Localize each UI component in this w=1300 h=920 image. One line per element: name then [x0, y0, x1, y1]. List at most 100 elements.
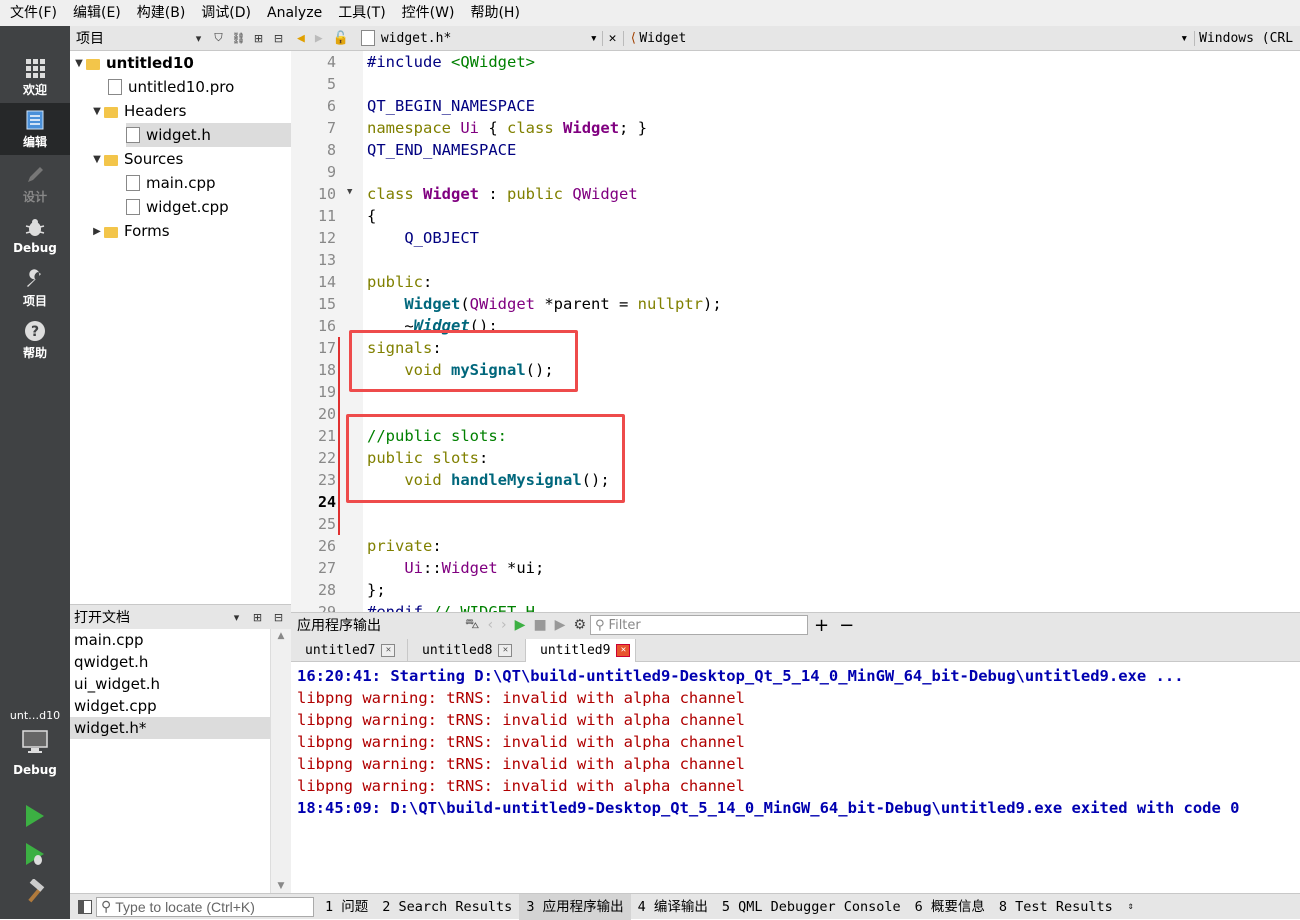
menu-file[interactable]: 文件(F) — [2, 0, 65, 26]
open-doc-item[interactable]: main.cpp — [70, 629, 270, 651]
search-icon: ⚲ — [101, 898, 112, 914]
tree-item-widget-h[interactable]: widget.h — [126, 123, 291, 147]
fold-arrow-icon[interactable]: ▼ — [347, 187, 352, 197]
close-icon[interactable]: ✕ — [601, 30, 624, 46]
add-icon[interactable]: + — [808, 615, 835, 636]
close-icon[interactable]: ✕ — [498, 644, 513, 657]
chevron-down-icon[interactable]: ▼ — [90, 106, 104, 117]
close-panel-icon[interactable]: ⊟ — [270, 30, 287, 47]
tab-label: untitled8 — [422, 643, 493, 658]
tree-item-forms[interactable]: ▶ Forms — [90, 219, 291, 243]
menu-analyze[interactable]: Analyze — [259, 0, 330, 26]
tab-untitled9[interactable]: untitled9 ✕ — [526, 639, 636, 662]
menu-debug[interactable]: 调试(D) — [193, 0, 259, 26]
menu-tools[interactable]: 工具(T) — [330, 0, 393, 26]
open-file-name[interactable]: widget.h* — [381, 31, 586, 46]
line-number: 18 — [317, 361, 336, 379]
headers-folder-icon — [104, 107, 118, 118]
tree-item-widget-cpp[interactable]: widget.cpp — [126, 195, 291, 219]
close-panel-icon[interactable]: ⊟ — [270, 609, 287, 626]
tree-item-main-cpp[interactable]: main.cpp — [126, 171, 291, 195]
code-line: #endif // WIDGET_H — [367, 603, 535, 612]
mode-edit[interactable]: 编辑 — [0, 103, 70, 155]
scroll-down-icon[interactable]: ▼ — [271, 881, 291, 891]
modified-lines-marker — [338, 337, 340, 535]
status-issues[interactable]: 1 问题 — [318, 894, 375, 920]
application-output[interactable]: 16:20:41: Starting D:\QT\build-untitled9… — [291, 662, 1300, 893]
chevron-down-icon[interactable]: ▼ — [72, 58, 86, 69]
dropdown-icon[interactable]: ▾ — [190, 30, 207, 47]
mode-debug[interactable]: Debug — [0, 210, 70, 262]
lock-icon: 🔓 — [332, 30, 349, 46]
close-icon[interactable]: ✕ — [381, 644, 396, 657]
open-docs-scrollbar[interactable]: ▲ ▼ — [270, 629, 291, 893]
run-button[interactable] — [22, 803, 48, 833]
sidebar-toggle-icon[interactable] — [78, 899, 92, 914]
open-doc-item[interactable]: widget.h* — [70, 717, 270, 739]
code-line: }; — [367, 581, 386, 599]
output-pane-title: 应用程序输出 — [297, 618, 381, 634]
chevron-right-icon[interactable]: ▶ — [90, 226, 104, 237]
open-doc-item[interactable]: qwidget.h — [70, 651, 270, 673]
debug-run-button[interactable] — [22, 841, 48, 871]
menu-build[interactable]: 构建(B) — [129, 0, 194, 26]
code-editor[interactable]: ▼ 4 #include <QWidget> 5 6 QT_BEGIN_NAMESPAC… — [291, 51, 1300, 612]
build-button[interactable] — [22, 878, 48, 909]
search-icon: ⚲ — [595, 617, 605, 633]
tree-label: Headers — [124, 102, 187, 120]
tab-untitled8[interactable]: untitled8 ✕ — [408, 639, 526, 662]
line-number: 8 — [326, 141, 336, 159]
symbol-selector[interactable]: Widget — [639, 31, 1174, 46]
status-compile-output[interactable]: 4 编译输出 — [631, 894, 715, 920]
scroll-up-icon[interactable]: ▲ — [271, 631, 291, 641]
chevron-down-icon[interactable]: ▾ — [1174, 31, 1194, 46]
forward-icon[interactable]: ▶ — [311, 31, 327, 46]
mode-help[interactable]: ? 帮助 — [0, 314, 70, 366]
chevron-down-icon[interactable]: ▾ — [586, 31, 602, 46]
next-icon[interactable]: › — [497, 617, 511, 633]
menu-edit[interactable]: 编辑(E) — [65, 0, 129, 26]
filter-icon[interactable]: ⛉ — [210, 30, 227, 47]
menu-widgets[interactable]: 控件(W) — [394, 0, 463, 26]
stop-icon[interactable]: ■ — [529, 617, 550, 633]
filter-input[interactable]: ⚲ Filter — [590, 615, 809, 635]
clear-icon[interactable]: ⛍ — [461, 616, 483, 634]
mode-design[interactable]: 设计 — [0, 158, 70, 210]
encoding-selector[interactable]: Windows (CRL — [1194, 30, 1293, 46]
back-icon[interactable]: ◀ — [291, 31, 311, 46]
kit-selector[interactable]: Debug — [0, 729, 70, 787]
dropdown-icon[interactable]: ▾ — [228, 609, 245, 626]
link-icon[interactable]: ⛓ — [230, 30, 247, 47]
tab-untitled7[interactable]: untitled7 ✕ — [291, 639, 408, 662]
attach-icon[interactable]: ▶ — [551, 617, 570, 633]
tree-item-pro-file[interactable]: untitled10.pro — [108, 75, 291, 99]
line-number: 19 — [317, 383, 336, 401]
split-icon[interactable]: ⊞ — [249, 609, 266, 626]
tree-item-sources[interactable]: ▼ Sources — [90, 147, 291, 171]
gear-icon[interactable]: ⚙ — [569, 617, 590, 633]
tree-item-headers[interactable]: ▼ Headers — [90, 99, 291, 123]
status-app-output[interactable]: 3 应用程序输出 — [519, 893, 631, 920]
expand-toggle-icon[interactable]: ⇕ — [1120, 901, 1142, 912]
status-qml-console[interactable]: 5 QML Debugger Console — [715, 894, 908, 920]
status-general-messages[interactable]: 6 概要信息 — [908, 894, 992, 920]
line-number: 29 — [317, 603, 336, 612]
menu-help[interactable]: 帮助(H) — [462, 0, 527, 26]
open-docs-list: main.cpp qwidget.h ui_widget.h widget.cp… — [70, 629, 270, 893]
tree-item-project[interactable]: ▼ untitled10 — [72, 51, 291, 75]
open-doc-item[interactable]: ui_widget.h — [70, 673, 270, 695]
split-icon[interactable]: ⊞ — [250, 30, 267, 47]
line-number: 28 — [317, 581, 336, 599]
remove-icon[interactable]: − — [835, 615, 858, 636]
chevron-down-icon[interactable]: ▼ — [90, 154, 104, 165]
open-doc-item[interactable]: widget.cpp — [70, 695, 270, 717]
close-icon[interactable]: ✕ — [616, 644, 631, 657]
prev-icon[interactable]: ‹ — [483, 617, 497, 633]
rerun-icon[interactable]: ▶ — [511, 617, 530, 633]
status-search-results[interactable]: 2 Search Results — [375, 894, 519, 920]
line-number: 21 — [317, 427, 336, 445]
locator-input[interactable]: ⚲ Type to locate (Ctrl+K) — [96, 896, 314, 917]
mode-projects[interactable]: 项目 — [0, 262, 70, 314]
status-test-results[interactable]: 8 Test Results — [992, 894, 1120, 920]
mode-welcome[interactable]: 欢迎 — [0, 51, 70, 103]
